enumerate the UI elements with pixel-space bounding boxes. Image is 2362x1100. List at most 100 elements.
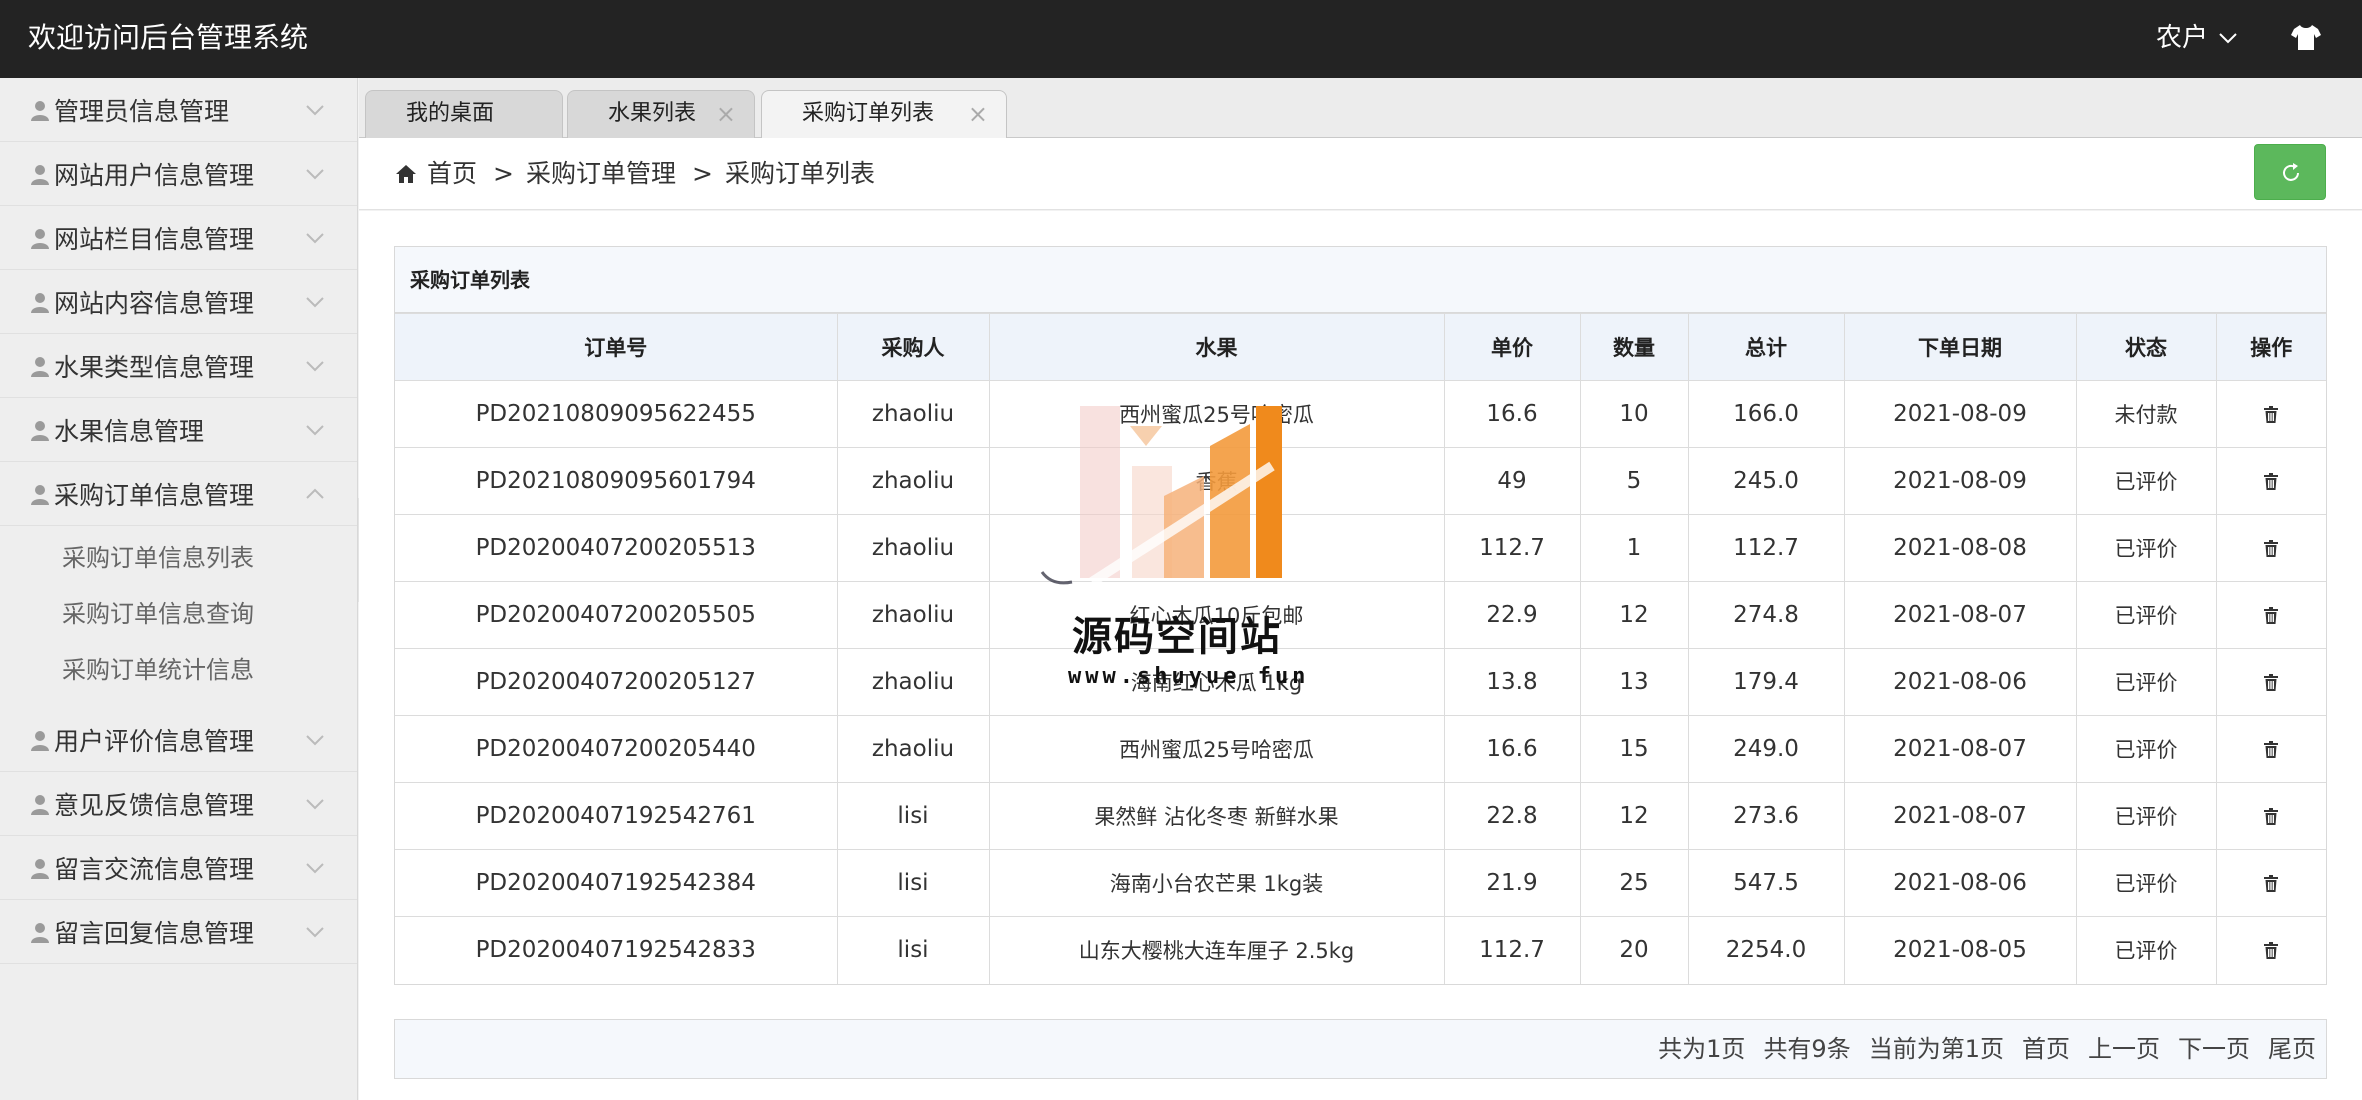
table-row: PD20200407200205440 zhaoliu 西州蜜瓜25号哈密瓜 16.6… [395, 715, 2326, 783]
trash-icon[interactable] [2263, 740, 2279, 759]
sidebar-item[interactable]: 意见反馈信息管理 [0, 772, 357, 836]
chevron-down-icon [306, 863, 324, 874]
trash-icon[interactable] [2263, 539, 2279, 558]
table-row: PD20210809095601794 zhaoliu 香蕉 49 5 245.0 2021… [395, 447, 2326, 515]
watermark-title: 源码空间站 [1072, 614, 1282, 660]
tab-purchase-order-list[interactable]: 采购订单列表 × [761, 90, 1007, 139]
table-cell: 166.0 [1687, 380, 1845, 448]
table-cell: lisi [836, 849, 990, 917]
table-cell: 已评价 [2075, 849, 2217, 917]
table-cell [988, 514, 1445, 582]
tab-my-desktop[interactable]: 我的桌面 [365, 90, 563, 138]
table-cell: zhaoliu [836, 648, 990, 716]
breadcrumb-separator: > [691, 159, 713, 188]
table-cell-actions [2215, 581, 2326, 649]
sidebar-item-label: 意见反馈信息管理 [54, 790, 255, 820]
column-header: 下单日期 [1843, 313, 2077, 381]
column-header: 采购人 [836, 313, 990, 381]
trash-icon[interactable] [2263, 472, 2279, 491]
table-row: PD20200407192542761 lisi 果然鲜 沾化冬枣 新鲜水果 22.8… [395, 782, 2326, 850]
table-cell: lisi [836, 916, 990, 984]
trash-icon[interactable] [2263, 673, 2279, 692]
trash-icon[interactable] [2263, 807, 2279, 826]
table-cell: 2021-08-09 [1843, 447, 2077, 515]
table-cell: 西州蜜瓜25号哈密瓜 [988, 715, 1445, 783]
sidebar-item[interactable]: 采购订单信息管理 [0, 462, 357, 526]
tab-fruit-list[interactable]: 水果列表 × [567, 90, 755, 138]
chevron-down-icon [306, 425, 324, 436]
table-cell: 12 [1579, 581, 1689, 649]
close-icon[interactable]: × [968, 91, 988, 137]
pager-prev[interactable]: 上一页 [2088, 1020, 2160, 1078]
breadcrumb-home[interactable]: 首页 [427, 154, 477, 194]
table-cell-actions [2215, 782, 2326, 850]
person-icon [31, 922, 49, 943]
pager-last[interactable]: 尾页 [2268, 1020, 2316, 1078]
chevron-down-icon [306, 927, 324, 938]
sidebar-submenu: 采购订单信息列表 采购订单信息查询 采购订单统计信息 [0, 526, 357, 708]
column-header: 水果 [988, 313, 1445, 381]
table-cell: 12 [1579, 782, 1689, 850]
table-row: PD20200407200205127 zhaoliu 海南红心木瓜 1kg 13.8… [395, 648, 2326, 716]
breadcrumb-level2: 采购订单列表 [724, 159, 875, 188]
table-cell: zhaoliu [836, 447, 990, 515]
table-cell: 海南小台农芒果 1kg装 [988, 849, 1445, 917]
breadcrumb-bar: 首页 > 采购订单管理 > 采购订单列表 [359, 138, 2362, 210]
sidebar-item[interactable]: 水果类型信息管理 [0, 334, 357, 398]
home-icon [396, 165, 416, 183]
sidebar-item[interactable]: 留言交流信息管理 [0, 836, 357, 900]
trash-icon[interactable] [2263, 405, 2279, 424]
table-cell: 15 [1579, 715, 1689, 783]
sidebar-item-label: 用户评价信息管理 [54, 726, 255, 756]
top-header: 欢迎访问后台管理系统 农户 [0, 0, 2362, 78]
table-cell: 香蕉 [988, 447, 1445, 515]
pagination: 共为1页 共有9条 当前为第1页 首页 上一页 下一页 尾页 [394, 1019, 2327, 1079]
sidebar-item-label: 管理员信息管理 [54, 96, 230, 126]
table-cell: 2254.0 [1687, 916, 1845, 984]
pager-first[interactable]: 首页 [2022, 1020, 2070, 1078]
breadcrumb-level1[interactable]: 采购订单管理 [526, 154, 676, 194]
sidebar-subitem[interactable]: 采购订单统计信息 [0, 642, 357, 698]
chevron-down-icon [306, 297, 324, 308]
person-icon [31, 356, 49, 377]
sidebar-item[interactable]: 留言回复信息管理 [0, 900, 357, 964]
sidebar-item[interactable]: 网站栏目信息管理 [0, 206, 357, 270]
table-cell: 2021-08-08 [1843, 514, 2077, 582]
tshirt-icon[interactable] [2290, 22, 2322, 52]
trash-icon[interactable] [2263, 606, 2279, 625]
sidebar-subitem[interactable]: 采购订单信息查询 [0, 586, 357, 642]
table-cell: PD20200407200205505 [395, 581, 838, 649]
refresh-button[interactable] [2254, 144, 2326, 200]
table-cell: 273.6 [1687, 782, 1845, 850]
sidebar-subitem[interactable]: 采购订单信息列表 [0, 530, 357, 586]
trash-icon[interactable] [2263, 874, 2279, 893]
table-cell: 179.4 [1687, 648, 1845, 716]
sidebar-item[interactable]: 用户评价信息管理 [0, 708, 357, 772]
table-cell: 112.7 [1443, 514, 1581, 582]
table-cell: 2021-08-06 [1843, 648, 2077, 716]
person-icon [31, 794, 49, 815]
sidebar-item[interactable]: 管理员信息管理 [0, 78, 357, 142]
person-icon [31, 292, 49, 313]
table-cell: 10 [1579, 380, 1689, 448]
table-cell: 112.7 [1443, 916, 1581, 984]
table-cell: PD20200407200205440 [395, 715, 838, 783]
close-icon[interactable]: × [716, 91, 736, 137]
table-cell: 已评价 [2075, 581, 2217, 649]
sidebar-item[interactable]: 水果信息管理 [0, 398, 357, 462]
user-menu[interactable]: 农户 [2156, 20, 2238, 56]
table-header-row: 订单号 采购人 水果 单价 数量 总计 下单日期 状态 操作 [395, 313, 2326, 381]
table-cell: PD20200407192542761 [395, 782, 838, 850]
table-cell: lisi [836, 782, 990, 850]
sidebar-item[interactable]: 网站内容信息管理 [0, 270, 357, 334]
table-cell: 22.9 [1443, 581, 1581, 649]
table-cell: 2021-08-07 [1843, 581, 2077, 649]
pager-next[interactable]: 下一页 [2178, 1020, 2250, 1078]
table-cell: 已评价 [2075, 715, 2217, 783]
table-cell: 西州蜜瓜25号哈密瓜 [988, 380, 1445, 448]
table-cell-actions [2215, 648, 2326, 716]
sidebar-item[interactable]: 网站用户信息管理 [0, 142, 357, 206]
trash-icon[interactable] [2263, 941, 2279, 960]
table-cell: 果然鲜 沾化冬枣 新鲜水果 [988, 782, 1445, 850]
table-cell: 25 [1579, 849, 1689, 917]
